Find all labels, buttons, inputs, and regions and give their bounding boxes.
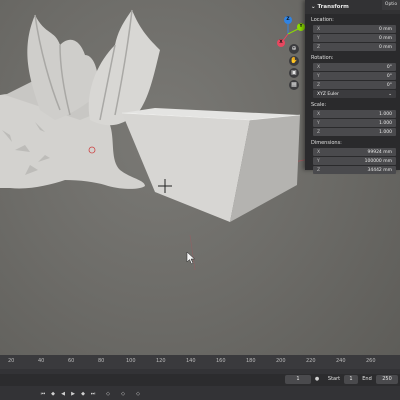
location-y-field[interactable]: Y 0 mm: [313, 34, 396, 42]
scale-z-field[interactable]: Z 1.000: [313, 128, 396, 136]
field-value: 100000 mm: [364, 158, 392, 164]
rotation-z-field[interactable]: Z 0°: [313, 81, 396, 89]
gizmo-z-axis[interactable]: Z: [284, 16, 292, 24]
field-value: 0°: [386, 82, 392, 88]
axis-label: X: [317, 26, 321, 32]
dropdown-value: XYZ Euler: [317, 91, 339, 97]
field-value: 0°: [386, 73, 392, 79]
dimensions-z-field[interactable]: Z 34442 mm: [313, 166, 396, 174]
rotation-x-field[interactable]: X 0°: [313, 63, 396, 71]
axis-label: Z: [317, 129, 321, 135]
rotation-label: Rotation:: [311, 55, 334, 61]
ruler-tick: 80: [98, 358, 105, 364]
end-label: End: [362, 376, 372, 382]
ruler-tick: 100: [126, 358, 136, 364]
ruler-tick: 240: [336, 358, 346, 364]
options-tab[interactable]: Optio: [382, 0, 400, 10]
ruler-tick: 60: [68, 358, 75, 364]
properties-sidebar[interactable]: ⌄ Transform Location: X0 mm Y0 mm Z0 mm …: [305, 0, 400, 174]
ruler-tick: 180: [246, 358, 256, 364]
gizmo-y-axis[interactable]: Y: [297, 23, 305, 31]
end-frame-field[interactable]: 250: [376, 375, 398, 384]
ruler-tick: 20: [8, 358, 15, 364]
prev-keyframe-icon[interactable]: ◆: [50, 391, 56, 397]
pan-hand-icon[interactable]: ✋: [289, 56, 299, 66]
axis-label: Y: [317, 120, 320, 126]
keyframe-icon[interactable]: ◇: [105, 391, 111, 397]
axis-label: X: [317, 111, 321, 117]
play-icon[interactable]: ▶: [70, 391, 76, 397]
axis-label: X: [317, 149, 321, 155]
scale-label: Scale:: [311, 102, 327, 108]
scale-y-field[interactable]: Y 1.000: [313, 119, 396, 127]
location-x-field[interactable]: X 0 mm: [313, 25, 396, 33]
location-z-field[interactable]: Z 0 mm: [313, 43, 396, 51]
start-frame-field[interactable]: 1: [344, 375, 358, 384]
keyframe-icon[interactable]: ◇: [120, 391, 126, 397]
field-value: 0 mm: [378, 35, 392, 41]
field-value: 34442 mm: [367, 167, 392, 173]
axis-label: Y: [317, 73, 320, 79]
ruler-tick: 200: [276, 358, 286, 364]
location-label: Location:: [311, 17, 334, 23]
axis-label: Y: [317, 158, 320, 164]
dimensions-y-field[interactable]: Y 100000 mm: [313, 157, 396, 165]
ruler-tick: 260: [366, 358, 376, 364]
start-label: Start: [327, 376, 341, 382]
field-value: 1.000: [379, 120, 392, 126]
jump-end-icon[interactable]: ⏭: [90, 391, 96, 397]
dragon-model[interactable]: [0, 9, 160, 189]
camera-icon[interactable]: ▣: [289, 68, 299, 78]
gizmo-x-axis[interactable]: X: [277, 39, 285, 47]
axis-label: Z: [317, 167, 321, 173]
field-value: 0 mm: [378, 26, 392, 32]
ruler-tick: 140: [186, 358, 196, 364]
ruler-tick: 160: [216, 358, 226, 364]
dimensions-x-field[interactable]: X 99924 mm: [313, 148, 396, 156]
zoom-icon[interactable]: ⊕: [289, 44, 299, 54]
record-icon[interactable]: ●: [314, 376, 320, 382]
timeline-ruler[interactable]: 20 40 60 80 100 120 140 160 180 200 220 …: [0, 355, 400, 369]
scale-x-field[interactable]: X 1.000: [313, 110, 396, 118]
current-frame-field[interactable]: 1: [285, 375, 311, 384]
axis-label: Z: [317, 82, 321, 88]
ruler-tick: 220: [306, 358, 316, 364]
panel-title: Transform: [317, 4, 349, 10]
chevron-down-icon: ⌄: [388, 91, 392, 97]
jump-start-icon[interactable]: ⏮: [40, 391, 46, 397]
field-value: 0°: [386, 64, 392, 70]
box-object[interactable]: [121, 108, 301, 222]
ruler-tick: 40: [38, 358, 45, 364]
rotation-y-field[interactable]: Y 0°: [313, 72, 396, 80]
mouse-pointer-icon: [186, 251, 196, 265]
axis-label: Y: [317, 35, 320, 41]
axis-label: X: [317, 64, 321, 70]
field-value: 1.000: [379, 111, 392, 117]
y-axis-line: [189, 234, 196, 271]
rotation-mode-dropdown[interactable]: XYZ Euler ⌄: [313, 90, 396, 98]
navigation-gizmo[interactable]: Z Y X: [268, 14, 308, 84]
play-reverse-icon[interactable]: ◀: [60, 391, 66, 397]
field-value: 99924 mm: [367, 149, 392, 155]
ruler-tick: 120: [156, 358, 166, 364]
keyframe-icon[interactable]: ◇: [135, 391, 141, 397]
axis-label: Z: [317, 44, 321, 50]
dimensions-label: Dimensions:: [311, 140, 342, 146]
grid-view-icon[interactable]: ▦: [289, 80, 299, 90]
next-keyframe-icon[interactable]: ◆: [80, 391, 86, 397]
field-value: 0 mm: [378, 44, 392, 50]
field-value: 1.000: [379, 129, 392, 135]
